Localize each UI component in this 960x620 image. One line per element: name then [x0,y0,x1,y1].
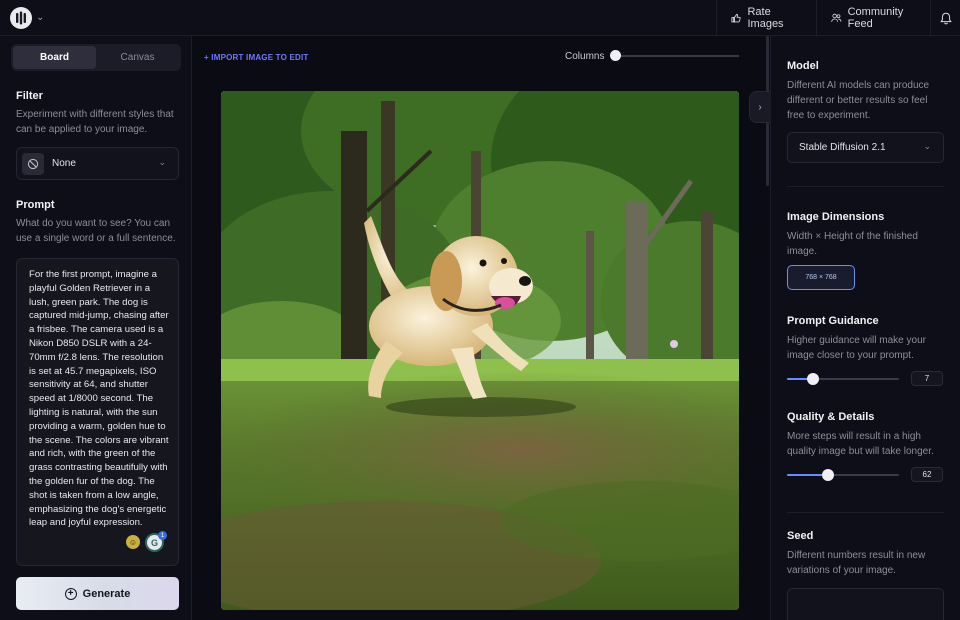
prompt-textarea[interactable]: For the first prompt, imagine a playful … [16,258,179,566]
dog-photo-illustration [221,91,739,610]
app-logo[interactable] [10,7,32,29]
tab-canvas[interactable]: Canvas [96,46,179,69]
image-board: + IMPORT IMAGE TO EDIT Columns [192,36,768,620]
chevron-down-icon[interactable]: ⌄ [36,12,44,23]
import-image-link[interactable]: + IMPORT IMAGE TO EDIT [204,53,308,62]
seed-description: Different numbers result in new variatio… [787,550,926,576]
seed-input[interactable] [787,588,944,620]
top-bar: ⌄ Rate Images Community Feed [0,0,960,36]
generate-button[interactable]: + Generate [16,577,179,610]
community-feed-button[interactable]: Community Feed [816,0,930,36]
dimensions-title: Image Dimensions [787,211,885,223]
quality-slider-handle[interactable] [822,469,834,481]
quality-title: Quality & Details [787,411,875,423]
collapse-panel-button[interactable]: › [749,91,771,123]
model-title: Model [787,60,819,72]
left-sidebar: Board Canvas Filter Experiment with diff… [0,36,192,620]
filter-select[interactable]: None ⌄ [16,147,179,180]
chevron-down-icon: ⌄ [923,141,931,151]
filter-value: None [52,158,76,169]
divider [787,512,944,513]
quality-description: More steps will result in a high quality… [787,431,934,457]
seed-title: Seed [787,530,814,542]
tab-board[interactable]: Board [13,46,96,69]
prompt-description: What do you want to see? You can use a s… [16,218,176,244]
logo-icon [16,11,26,25]
guidance-value[interactable]: 7 [911,371,943,386]
dimension-option-768[interactable]: 768 × 768 [787,265,855,290]
chevron-down-icon: ⌄ [158,157,166,167]
rate-images-label: Rate Images [747,6,784,30]
columns-label: Columns [565,51,605,62]
settings-panel: Model Different AI models can produce di… [770,36,960,620]
bell-icon [939,12,952,24]
columns-slider-track[interactable] [612,55,739,57]
view-toggle: Board Canvas [11,44,181,71]
filter-title: Filter [16,90,43,102]
users-icon [831,13,842,22]
thumbs-up-icon [731,13,741,23]
quality-slider[interactable] [787,469,899,481]
divider [787,186,944,187]
rate-images-button[interactable]: Rate Images [716,0,816,36]
guidance-title: Prompt Guidance [787,315,879,327]
community-feed-label: Community Feed [847,6,904,30]
filter-description: Experiment with different styles that ca… [16,109,174,135]
guidance-slider[interactable] [787,373,899,385]
model-description: Different AI models can produce differen… [787,80,930,121]
generate-label: Generate [82,587,131,600]
notifications-button[interactable] [930,0,960,36]
emoji-icon[interactable]: ☺ [126,535,140,549]
dimensions-description: Width × Height of the finished image. [787,231,918,257]
grammar-badge: 1 [158,531,167,540]
chevron-right-icon: › [758,101,762,113]
columns-slider-handle[interactable] [610,50,621,61]
model-value: Stable Diffusion 2.1 [799,142,886,153]
model-select[interactable]: Stable Diffusion 2.1 ⌄ [787,132,944,163]
quality-value[interactable]: 62 [911,467,943,482]
guidance-slider-handle[interactable] [807,373,819,385]
generated-image[interactable] [221,91,739,610]
prompt-title: Prompt [16,199,55,211]
no-filter-icon [22,153,44,175]
plus-circle-icon: + [64,587,77,600]
guidance-description: Higher guidance will make your image clo… [787,335,926,361]
